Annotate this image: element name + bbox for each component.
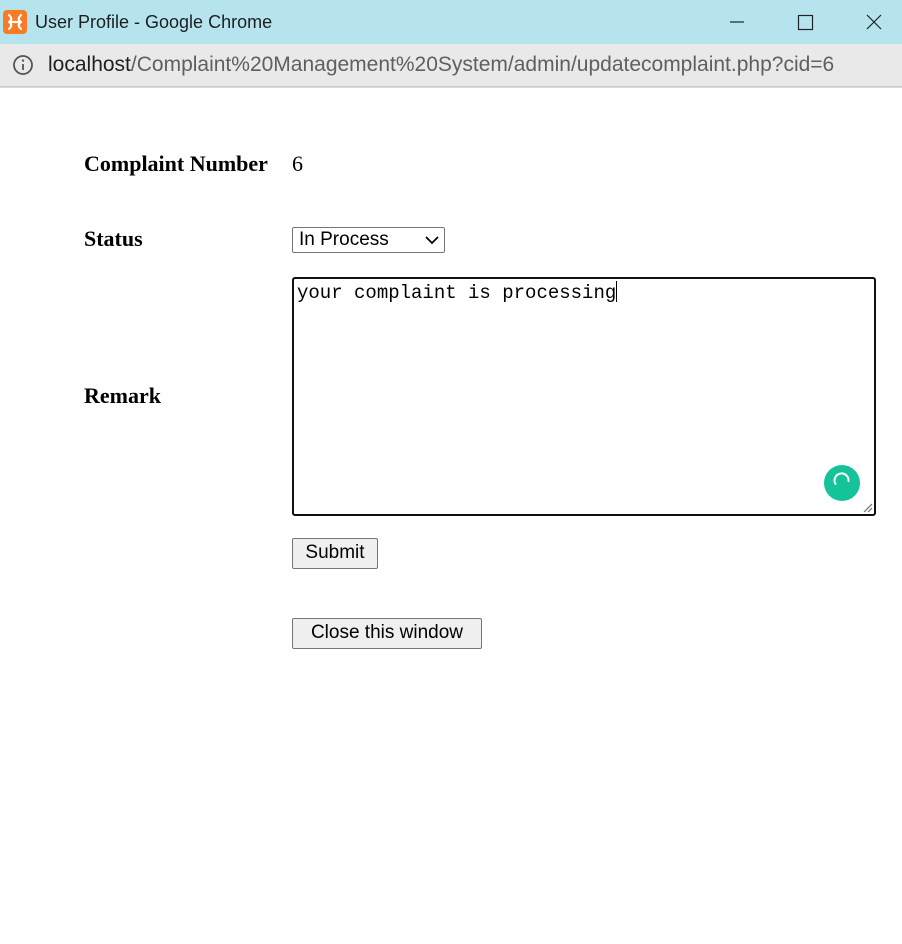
- text-caret: [616, 281, 618, 302]
- window-titlebar: User Profile - Google Chrome: [0, 0, 902, 44]
- url-host: localhost: [48, 53, 131, 76]
- divider: [0, 87, 902, 88]
- remark-textarea[interactable]: your complaint is processing: [292, 277, 876, 516]
- complaint-number-label: Complaint Number: [84, 151, 268, 176]
- window-title: User Profile - Google Chrome: [35, 12, 273, 32]
- close-window-button[interactable]: Close this window: [292, 618, 482, 649]
- resize-grip-icon[interactable]: [861, 501, 873, 513]
- submit-button[interactable]: Submit: [292, 538, 378, 569]
- maximize-button[interactable]: [782, 0, 828, 44]
- status-label: Status: [84, 226, 143, 251]
- url-path: /Complaint%20Management%20System/admin/u…: [130, 53, 835, 76]
- maximize-icon: [797, 14, 814, 31]
- close-icon: [866, 14, 882, 30]
- info-icon[interactable]: [12, 54, 34, 76]
- close-button[interactable]: [851, 0, 897, 44]
- address-bar[interactable]: localhost/Complaint%20Management%20Syste…: [0, 44, 902, 87]
- remark-label: Remark: [84, 383, 161, 408]
- chevron-down-icon: [425, 236, 439, 245]
- status-selected-value: In Process: [299, 229, 389, 250]
- minimize-icon: [730, 21, 744, 23]
- minimize-button[interactable]: [714, 0, 760, 44]
- grammarly-icon[interactable]: [824, 465, 860, 501]
- complaint-number-value: 6: [292, 151, 303, 176]
- status-select[interactable]: In Process: [292, 227, 445, 253]
- xampp-icon: [3, 10, 27, 34]
- url-text[interactable]: localhost/Complaint%20Management%20Syste…: [48, 53, 834, 77]
- remark-text: your complaint is processing: [297, 282, 617, 304]
